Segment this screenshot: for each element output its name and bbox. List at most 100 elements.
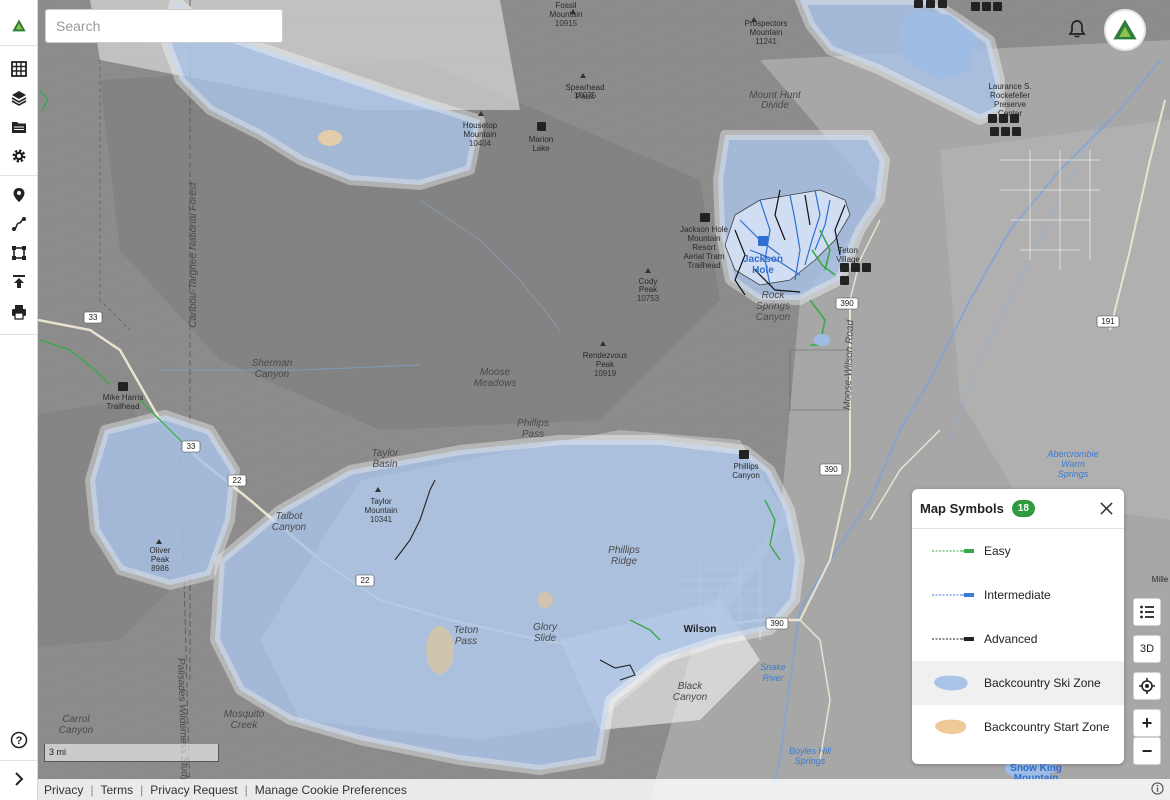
left-toolbar: ?	[0, 0, 38, 800]
map-label: Meadows	[474, 378, 517, 389]
easy-trail-icon	[930, 541, 984, 561]
map-label: Taylor	[372, 448, 400, 459]
map-label: Jackson Hole	[680, 225, 729, 234]
scale-label: 3 mi	[49, 747, 67, 757]
sidebar-item-upload[interactable]	[0, 268, 37, 296]
map-label: Glory	[533, 622, 558, 633]
advanced-trail-icon	[930, 629, 984, 649]
map-label: Phillips	[733, 462, 758, 471]
privacy-request-link[interactable]: Privacy Request	[150, 783, 237, 797]
layers-icon	[11, 91, 26, 106]
map-label: Rockefeller	[990, 91, 1030, 100]
map-label: Mike Harris	[103, 393, 143, 402]
info-icon[interactable]	[1151, 782, 1164, 795]
expand-sidebar-button[interactable]	[0, 764, 37, 794]
sidebar-item-grid[interactable]	[0, 55, 37, 83]
map-label: Springs	[795, 756, 826, 766]
sidebar-item-area[interactable]	[0, 239, 37, 267]
map-label: Phillips	[517, 418, 549, 429]
legend-item-label: Advanced	[984, 632, 1038, 646]
map-symbols-panel: Map Symbols 18 Easy Intermediate Advance…	[912, 489, 1124, 764]
svg-text:?: ?	[15, 735, 22, 747]
sidebar-item-waypoint[interactable]	[0, 181, 37, 209]
legend-count-badge: 18	[1011, 500, 1035, 517]
sidebar-item-print[interactable]	[0, 298, 37, 326]
route-shield: 33	[89, 313, 98, 322]
map-label: Snake	[760, 662, 786, 672]
sidebar-item-settings[interactable]	[0, 142, 37, 170]
logo-icon	[11, 19, 26, 32]
route-shield: 390	[770, 619, 784, 628]
map-label: Sherman	[252, 358, 293, 369]
map-label: Taylor	[370, 497, 392, 506]
cookie-preferences-link[interactable]: Manage Cookie Preferences	[255, 783, 407, 797]
route-shield: 390	[840, 299, 854, 308]
legend-header: Map Symbols 18	[912, 489, 1124, 529]
map-label: Canyon	[756, 312, 791, 323]
chevron-right-icon	[14, 772, 23, 786]
route-shield: 33	[187, 442, 196, 451]
zoom-out-button[interactable]: −	[1133, 737, 1161, 765]
map-label: Housetop Mountain	[463, 121, 498, 139]
map-label: Aerial Tram	[684, 252, 725, 261]
map-label: Springs	[1058, 469, 1089, 479]
map-label: Talbot	[276, 511, 304, 522]
map-label: 10404	[469, 139, 492, 148]
legend-item-label: Intermediate	[984, 588, 1051, 602]
search-input[interactable]	[45, 9, 283, 43]
map-label: Mountain	[365, 506, 398, 515]
map-label: Ridge	[611, 556, 638, 567]
map-label: Pass	[522, 429, 544, 440]
map-label: Canyon	[732, 471, 760, 480]
list-icon	[1140, 605, 1154, 619]
help-icon: ?	[10, 731, 27, 749]
map-label: Trailhead	[687, 261, 720, 270]
location-pin-icon	[13, 188, 24, 202]
map-label: Carrol	[62, 714, 90, 725]
legend-item-advanced: Advanced	[912, 617, 1124, 661]
route-shield: 22	[361, 576, 370, 585]
legend-item-label: Backcountry Ski Zone	[984, 676, 1101, 690]
map-label: Black	[678, 681, 703, 692]
map-label: Moose	[480, 367, 510, 378]
map-label: Phillips	[608, 545, 640, 556]
map-label: Mosquito	[224, 709, 265, 720]
help-button[interactable]: ?	[0, 726, 37, 754]
map-label: Marion Lake	[529, 135, 553, 153]
sidebar-item-layers[interactable]	[0, 84, 37, 112]
gear-icon	[12, 149, 25, 163]
map-label: Teton	[454, 625, 479, 636]
terms-link[interactable]: Terms	[100, 783, 133, 797]
legend-item-intermediate: Intermediate	[912, 573, 1124, 617]
map-label: Teton	[838, 246, 858, 255]
privacy-link[interactable]: Privacy	[44, 783, 83, 797]
sidebar-item-folder[interactable]	[0, 113, 37, 141]
notifications-button[interactable]	[1064, 16, 1090, 42]
polygon-icon	[11, 246, 26, 260]
3d-toggle-button[interactable]: 3D	[1133, 635, 1161, 663]
bell-icon	[1068, 20, 1086, 38]
locate-me-button[interactable]	[1133, 672, 1161, 700]
map-label: Basin	[372, 459, 397, 470]
map-label: Resort	[692, 243, 716, 252]
map-label: Mountain	[688, 234, 721, 243]
map-label: Peak	[639, 285, 658, 294]
map-label: Preserve	[994, 100, 1027, 109]
map-label: Canyon	[673, 692, 708, 703]
map-label: Rendezvous	[583, 351, 627, 360]
sidebar-item-route[interactable]	[0, 210, 37, 238]
legend-item-easy: Easy	[912, 529, 1124, 573]
print-icon	[11, 305, 26, 320]
map-label: Canyon	[255, 369, 290, 380]
legend-toggle-button[interactable]	[1133, 598, 1161, 626]
route-shield: 191	[1101, 317, 1115, 326]
crosshair-icon	[1139, 678, 1155, 694]
user-avatar[interactable]	[1104, 9, 1146, 51]
scale-bar: 3 mi	[44, 744, 219, 762]
close-icon	[1099, 502, 1113, 515]
grid-icon	[10, 61, 27, 77]
app-logo[interactable]	[0, 12, 37, 40]
map-label: Rock	[762, 290, 786, 301]
zoom-in-button[interactable]: +	[1133, 709, 1161, 737]
legend-close-button[interactable]	[1096, 499, 1116, 519]
